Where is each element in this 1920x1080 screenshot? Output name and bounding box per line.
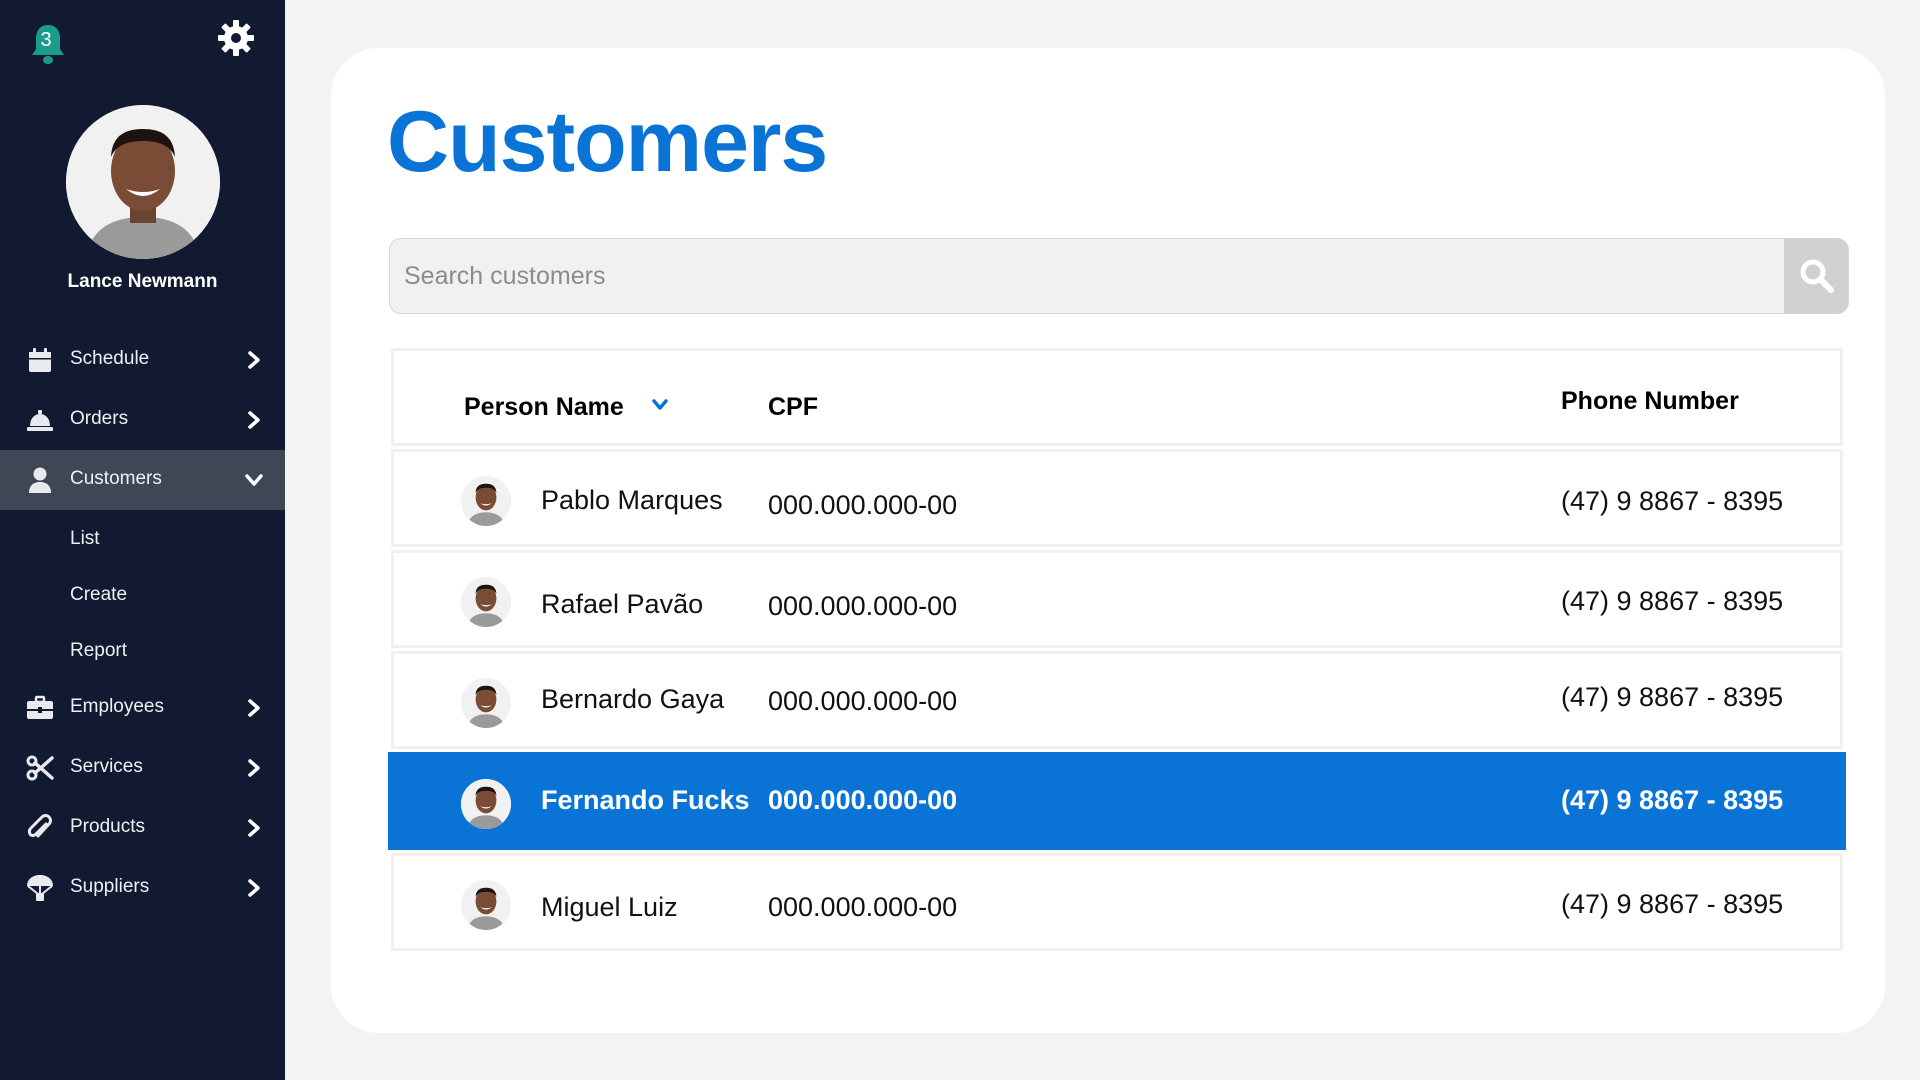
chevron-right-icon (248, 699, 260, 717)
submenu-item-label: Create (70, 584, 128, 605)
customer-cpf: 000.000.000-00 (768, 490, 958, 520)
header-person-name[interactable]: Person Name (464, 393, 624, 422)
sidebar-item-schedule[interactable]: Schedule (0, 330, 285, 390)
calendar-icon (29, 348, 51, 372)
submenu-item-create[interactable]: Create (0, 566, 285, 622)
submenu-item-list[interactable]: List (0, 510, 285, 566)
sidebar-item-label: Orders (70, 408, 129, 429)
chevron-right-icon (248, 351, 260, 369)
search-icon (1800, 259, 1834, 293)
sidebar-item-label: Suppliers (70, 876, 150, 897)
sidebar-menu: Schedule Orders Customers List Create Re… (0, 330, 285, 918)
paperclip-icon (27, 814, 52, 838)
customer-name: Bernardo Gaya (541, 684, 725, 714)
avatar[interactable] (66, 105, 220, 259)
sidebar-item-customers[interactable]: Customers (0, 450, 285, 510)
customer-cpf: 000.000.000-00 (768, 686, 958, 716)
table-row[interactable]: Pablo Marques 000.000.000-00 (47) 9 8867… (391, 449, 1843, 547)
customer-photo (461, 678, 511, 728)
scissors-icon (26, 755, 54, 781)
chevron-down-icon (245, 474, 263, 486)
table-row[interactable]: Miguel Luiz 000.000.000-00 (47) 9 8867 -… (391, 853, 1843, 951)
user-name: Lance Newmann (67, 271, 218, 292)
customer-name: Miguel Luiz (541, 892, 678, 922)
sort-chevron-down-icon[interactable] (651, 398, 669, 412)
customer-name: Fernando Fucks (541, 785, 750, 815)
customer-photo (461, 779, 511, 829)
sidebar-item-label: Services (70, 756, 143, 777)
customer-photo (461, 577, 511, 627)
chevron-right-icon (248, 411, 260, 429)
chevron-right-icon (248, 879, 260, 897)
submenu-item-label: List (70, 528, 100, 549)
table-row-selected[interactable]: Fernando Fucks 000.000.000-00 (47) 9 886… (388, 752, 1846, 850)
page-title: Customers (387, 94, 828, 190)
customer-name: Rafael Pavão (541, 589, 704, 619)
sidebar: 3 Lance Newmann Schedule Orders Customer… (0, 0, 285, 1080)
customer-phone: (47) 9 8867 - 8395 (1561, 682, 1784, 712)
customers-table: Person Name CPF Phone Number Pablo Marqu… (388, 348, 1846, 951)
sidebar-item-orders[interactable]: Orders (0, 390, 285, 450)
customer-cpf: 000.000.000-00 (768, 785, 958, 815)
header-phone-number: Phone Number (1561, 387, 1739, 415)
customer-cpf: 000.000.000-00 (768, 591, 958, 621)
chevron-right-icon (248, 819, 260, 837)
customer-phone: (47) 9 8867 - 8395 (1561, 785, 1784, 815)
customer-avatar (461, 476, 511, 526)
submenu-item-label: Report (70, 640, 128, 661)
customer-name: Pablo Marques (541, 485, 723, 515)
sidebar-item-label: Customers (70, 468, 162, 489)
customer-cpf: 000.000.000-00 (768, 892, 958, 922)
user-icon (29, 467, 51, 493)
sidebar-topbar: 3 (0, 0, 285, 80)
customer-avatar (461, 779, 511, 829)
search-bar (389, 238, 1849, 314)
main-card: Customers Person Name CPF Phone Number (331, 48, 1885, 1033)
search-button[interactable] (1784, 239, 1848, 313)
header-cpf: CPF (768, 393, 818, 421)
parachute-icon (27, 875, 53, 901)
sidebar-item-label: Schedule (70, 348, 150, 369)
settings-button[interactable] (216, 18, 256, 58)
customer-photo (461, 880, 511, 930)
customer-phone: (47) 9 8867 - 8395 (1561, 586, 1784, 616)
briefcase-icon (27, 695, 53, 719)
customer-avatar (461, 880, 511, 930)
customer-phone: (47) 9 8867 - 8395 (1561, 486, 1784, 516)
sidebar-item-products[interactable]: Products (0, 798, 285, 858)
user-photo (66, 105, 220, 259)
search-input[interactable] (390, 239, 1784, 313)
submenu-item-report[interactable]: Report (0, 622, 285, 678)
chevron-right-icon (248, 759, 260, 777)
table-row[interactable]: Rafael Pavão 000.000.000-00 (47) 9 8867 … (391, 550, 1843, 648)
customer-phone: (47) 9 8867 - 8395 (1561, 889, 1784, 919)
customer-photo (461, 476, 511, 526)
notification-count: 3 (40, 29, 52, 51)
notifications-button[interactable]: 3 (28, 22, 68, 64)
service-bell-icon (27, 410, 53, 431)
gear-icon (218, 20, 254, 56)
sidebar-item-label: Employees (70, 696, 164, 717)
customer-avatar (461, 678, 511, 728)
table-row[interactable]: Bernardo Gaya 000.000.000-00 (47) 9 8867… (391, 651, 1843, 749)
table-header: Person Name CPF Phone Number (391, 348, 1843, 446)
sidebar-item-label: Products (70, 816, 145, 837)
sidebar-item-services[interactable]: Services (0, 738, 285, 798)
customer-avatar (461, 577, 511, 627)
sidebar-item-employees[interactable]: Employees (0, 678, 285, 738)
sidebar-item-suppliers[interactable]: Suppliers (0, 858, 285, 918)
